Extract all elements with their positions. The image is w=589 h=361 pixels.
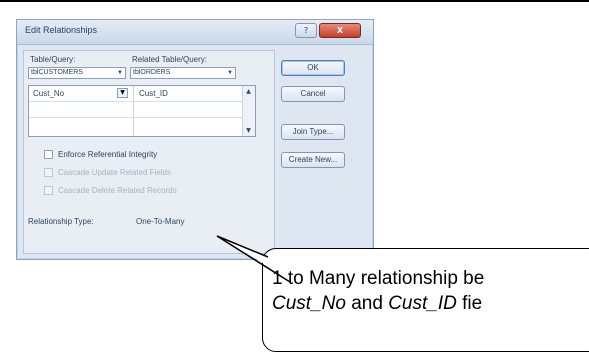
callout-and-text: and	[345, 293, 389, 314]
callout-field-cust-no: Cust_No	[272, 293, 346, 314]
callout-line-1: 1 to Many relationship be	[272, 268, 485, 289]
callout-tail-text: fie	[456, 293, 483, 314]
callout-field-cust-id: Cust_ID	[388, 293, 457, 314]
callout-line-2: Cust_No and Cust_ID fie	[272, 291, 484, 316]
callout-text: 1 to Many relationship be Cust_No and Cu…	[272, 266, 484, 316]
